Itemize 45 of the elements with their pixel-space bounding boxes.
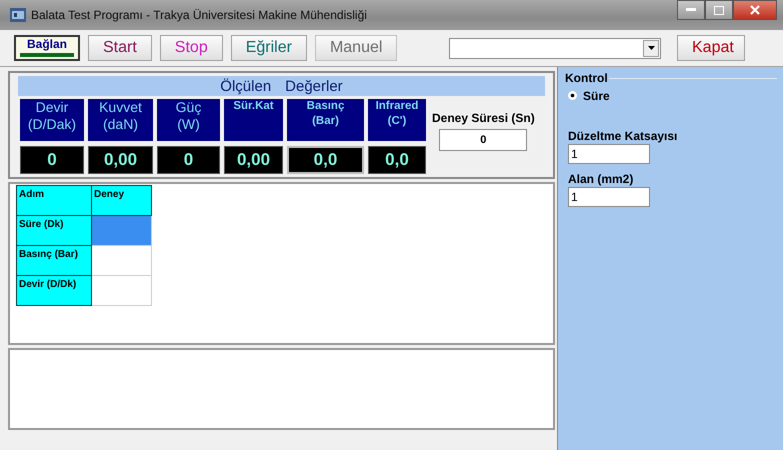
- field-label: Düzeltme Katsayısı: [568, 129, 678, 143]
- table-cell[interactable]: [92, 246, 152, 276]
- gauge-value: 0,00: [224, 146, 283, 174]
- gauge-value: 0: [157, 146, 220, 174]
- gauge-value: 0,00: [88, 146, 153, 174]
- gauge-label: Basınç (Bar): [287, 99, 364, 141]
- gauge-value: 0,0: [368, 146, 426, 174]
- port-dropdown[interactable]: [449, 38, 661, 58]
- table-cell[interactable]: [92, 276, 152, 306]
- window-title: Balata Test Programı - Trakya Üniversitesi Makine Mühendisliği: [31, 8, 367, 22]
- gauge-label: Devir (D/Dak): [20, 99, 84, 141]
- gauge-label: Kuvvet (daN): [88, 99, 153, 141]
- radio-option[interactable]: Süre: [568, 88, 610, 102]
- app-icon: [10, 8, 26, 22]
- close-app-button[interactable]: Kapat: [677, 35, 745, 61]
- minimize-icon: [686, 8, 696, 12]
- toolbar-button[interactable]: Stop: [160, 35, 223, 61]
- dropdown-arrow-icon: [648, 46, 654, 50]
- row-header: Devir (D/Dk): [16, 276, 92, 306]
- input-field[interactable]: 1: [568, 187, 650, 207]
- column-header: Deney: [92, 186, 152, 216]
- maximize-button[interactable]: [705, 0, 733, 20]
- field-label: Alan (mm2): [568, 172, 634, 186]
- maximize-icon: [714, 6, 724, 14]
- section-header: Ölçülen Değerler: [18, 76, 545, 96]
- gauge-label: Güç (W): [157, 99, 220, 141]
- close-button[interactable]: [733, 0, 777, 20]
- table-cell[interactable]: [92, 216, 152, 246]
- gauge-value: 0,0: [287, 146, 364, 174]
- close-icon: [750, 5, 760, 15]
- gauge-label: Infrared (C'): [368, 99, 426, 141]
- minimize-button[interactable]: [677, 0, 705, 20]
- connect-button[interactable]: Bağlan: [14, 35, 80, 61]
- column-header: Adım: [16, 186, 92, 216]
- toolbar-button[interactable]: Start: [88, 35, 152, 61]
- row-header: Süre (Dk): [16, 216, 92, 246]
- toolbar-button[interactable]: Eğriler: [230, 35, 307, 61]
- group-title: Kontrol: [564, 71, 609, 85]
- gauge-value: 0: [20, 146, 84, 174]
- log-area[interactable]: [8, 348, 555, 430]
- duration-label: Deney Süresi (Sn): [432, 111, 535, 125]
- duration-field: 0: [439, 129, 528, 151]
- row-header: Basınç (Bar): [16, 246, 92, 276]
- input-field[interactable]: 1: [568, 144, 650, 164]
- gauge-label: Sür.Kat: [224, 99, 283, 141]
